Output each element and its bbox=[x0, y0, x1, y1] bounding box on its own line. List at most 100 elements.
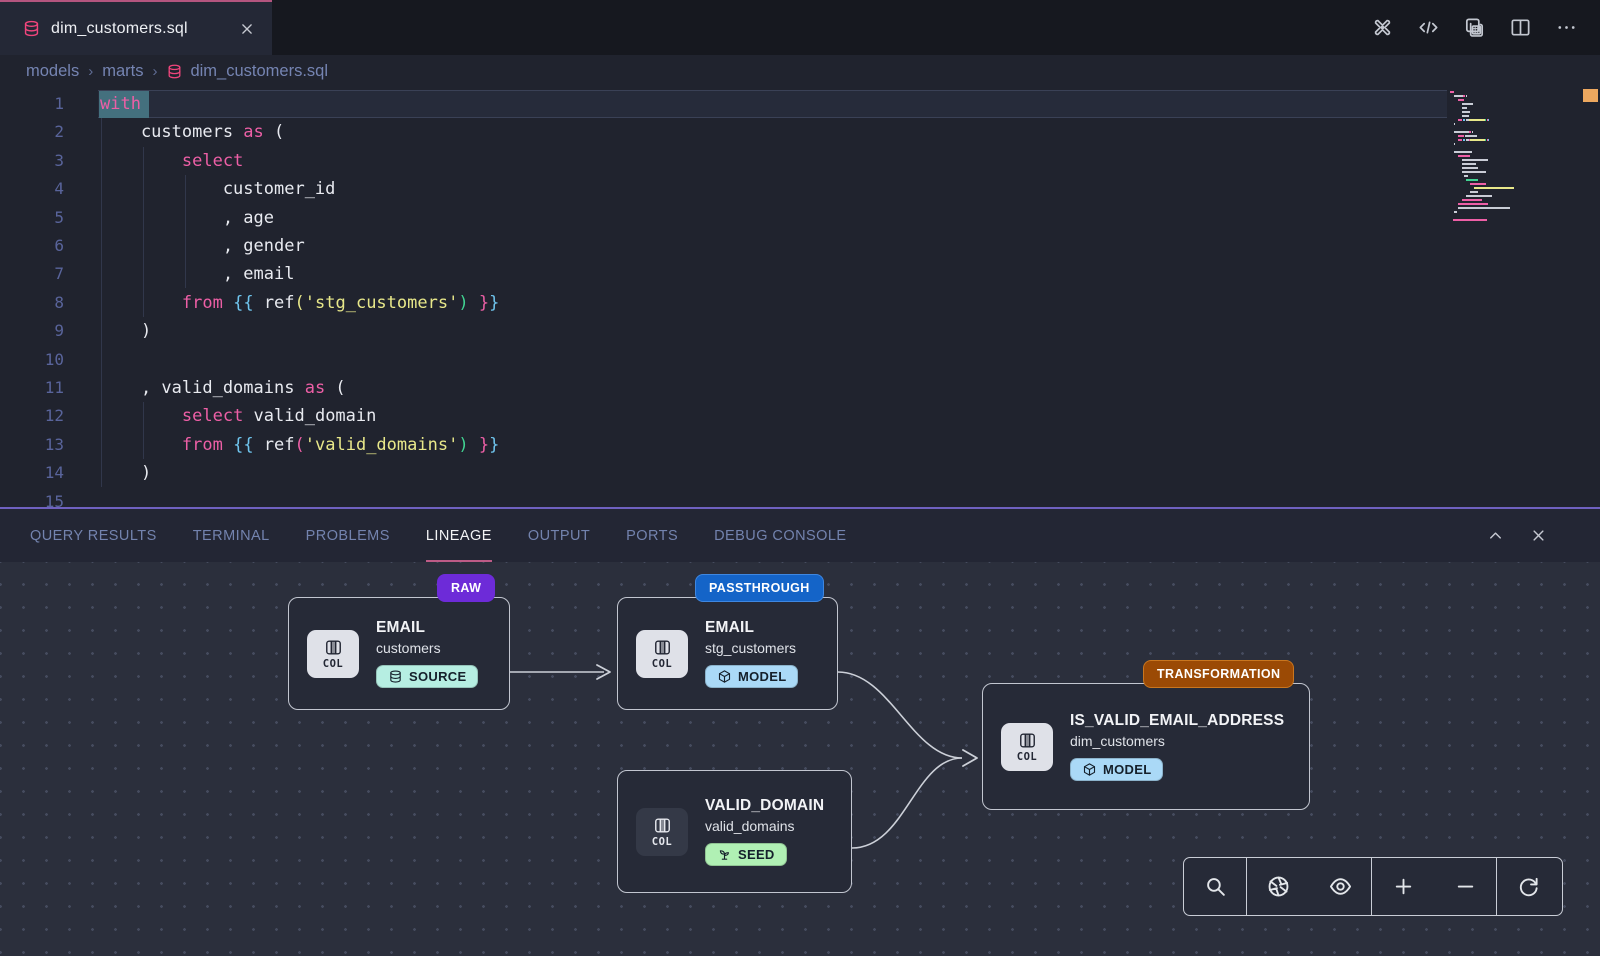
code-token: } bbox=[489, 435, 499, 455]
panel-tab-output[interactable]: OUTPUT bbox=[528, 509, 590, 562]
line-number: 10 bbox=[0, 346, 64, 374]
line-number: 8 bbox=[0, 289, 64, 317]
node-column-name: IS_VALID_EMAIL_ADDRESS bbox=[1070, 712, 1284, 730]
columns-icon bbox=[324, 638, 343, 657]
copy-table-icon[interactable] bbox=[1463, 16, 1486, 39]
line-number: 7 bbox=[0, 260, 64, 288]
panel-tab-query-results[interactable]: QUERY RESULTS bbox=[30, 509, 157, 562]
zoom-in-icon[interactable] bbox=[1372, 859, 1434, 915]
column-chip[interactable]: COL bbox=[307, 630, 359, 678]
breadcrumb-item-file[interactable]: dim_customers.sql bbox=[166, 62, 328, 81]
minimap[interactable] bbox=[1447, 89, 1572, 505]
line-number: 5 bbox=[0, 204, 64, 232]
scrollbar-marker[interactable] bbox=[1583, 89, 1598, 102]
code-line-2: customers as ( bbox=[100, 118, 499, 146]
column-chip[interactable]: COL bbox=[636, 808, 688, 856]
code-token bbox=[100, 406, 182, 426]
node-type-label: SOURCE bbox=[409, 669, 466, 684]
line-number: 6 bbox=[0, 232, 64, 260]
node-type-pill-seed[interactable]: SEED bbox=[705, 843, 787, 866]
close-icon[interactable] bbox=[238, 20, 256, 38]
code-token: } bbox=[479, 293, 489, 313]
panel-tab-problems[interactable]: PROBLEMS bbox=[306, 509, 390, 562]
more-actions-icon[interactable] bbox=[1555, 16, 1578, 39]
code-token: select bbox=[182, 406, 243, 426]
code-line-4: customer_id bbox=[100, 175, 499, 203]
code-token bbox=[469, 293, 479, 313]
code-token: , email bbox=[100, 264, 294, 284]
code-token: ) bbox=[458, 293, 468, 313]
zoom-out-icon bbox=[1453, 874, 1478, 899]
code-line-7: , email bbox=[100, 260, 499, 288]
code-content[interactable]: with customers as ( select customer_id ,… bbox=[100, 90, 499, 507]
code-token: , age bbox=[100, 208, 274, 228]
panel-tab-ports[interactable]: PORTS bbox=[626, 509, 678, 562]
zoom-out-icon[interactable] bbox=[1434, 859, 1496, 915]
lineage-canvas[interactable]: COLEMAILcustomersSOURCERAWCOLEMAILstg_cu… bbox=[0, 562, 1600, 956]
code-line-8: from {{ ref('stg_customers') }} bbox=[100, 289, 499, 317]
refresh-icon bbox=[1516, 874, 1541, 899]
eye-icon[interactable] bbox=[1309, 859, 1371, 915]
aperture-icon[interactable] bbox=[1247, 859, 1309, 915]
code-token bbox=[223, 293, 233, 313]
lineage-node-stg_customers[interactable]: COL EMAIL stg_customers MODEL bbox=[617, 597, 838, 710]
code-editor[interactable]: 123456789101112131415 with customers as … bbox=[0, 87, 1600, 507]
code-token: ) bbox=[100, 321, 151, 341]
column-chip[interactable]: COL bbox=[1001, 723, 1053, 771]
code-token: valid_domain bbox=[243, 406, 376, 426]
breadcrumb-item-marts[interactable]: marts bbox=[102, 62, 143, 81]
line-number: 13 bbox=[0, 431, 64, 459]
aperture-icon bbox=[1266, 874, 1291, 899]
code-token: 'stg_customers' bbox=[305, 293, 459, 313]
breadcrumb-separator: › bbox=[152, 63, 157, 80]
line-number: 12 bbox=[0, 402, 64, 430]
lineage-node-dim_customers[interactable]: COLIS_VALID_EMAIL_ADDRESSdim_customersMO… bbox=[982, 683, 1310, 810]
column-chip-label: COL bbox=[1017, 751, 1037, 763]
toolbar-group bbox=[1371, 858, 1496, 915]
line-number: 3 bbox=[0, 147, 64, 175]
split-editor-icon[interactable] bbox=[1509, 16, 1532, 39]
toolbar-group bbox=[1246, 858, 1371, 915]
column-chip[interactable]: COL bbox=[636, 630, 688, 678]
code-token: {{ bbox=[233, 293, 253, 313]
eye-icon bbox=[1328, 874, 1353, 899]
code-token: ( bbox=[295, 293, 305, 313]
search-icon[interactable] bbox=[1184, 859, 1246, 915]
maximize-panel-chevron-up-icon[interactable] bbox=[1486, 526, 1505, 545]
node-type-pill-model[interactable]: MODEL bbox=[705, 665, 798, 688]
node-type-pill-source[interactable]: SOURCE bbox=[376, 665, 478, 688]
code-token: from bbox=[182, 293, 223, 313]
code-line-5: , age bbox=[100, 204, 499, 232]
panel-tab-lineage[interactable]: LINEAGE bbox=[426, 509, 492, 562]
node-model-name: stg_customers bbox=[705, 640, 796, 656]
panel-tab-terminal[interactable]: TERMINAL bbox=[193, 509, 270, 562]
node-type-pill-model[interactable]: MODEL bbox=[1070, 758, 1163, 781]
zoom-in-icon bbox=[1391, 874, 1416, 899]
node-column-name: EMAIL bbox=[705, 619, 754, 637]
lineage-node-customers[interactable]: COLEMAILcustomersSOURCE bbox=[288, 597, 510, 710]
editor-tab-dim-customers[interactable]: dim_customers.sql bbox=[0, 0, 272, 55]
panel-tab-debug-console[interactable]: DEBUG CONSOLE bbox=[714, 509, 846, 562]
line-number: 9 bbox=[0, 317, 64, 345]
code-icon[interactable] bbox=[1417, 16, 1440, 39]
code-token bbox=[223, 435, 233, 455]
close-panel-icon[interactable] bbox=[1529, 526, 1548, 545]
code-line-15 bbox=[100, 487, 499, 507]
line-number: 11 bbox=[0, 374, 64, 402]
refresh-icon[interactable] bbox=[1497, 859, 1559, 915]
toolbar-group bbox=[1184, 858, 1246, 915]
line-number: 15 bbox=[0, 488, 64, 507]
code-token bbox=[469, 435, 479, 455]
lineage-node-valid_domains[interactable]: COLVALID_DOMAINvalid_domainsSEED bbox=[617, 770, 852, 893]
column-chip-label: COL bbox=[652, 836, 672, 848]
extension-icon[interactable] bbox=[1371, 16, 1394, 39]
search-icon bbox=[1203, 874, 1228, 899]
breadcrumb-item-models[interactable]: models bbox=[26, 62, 79, 81]
database-icon bbox=[22, 19, 41, 38]
code-token: as bbox=[305, 378, 325, 398]
code-token: ref bbox=[254, 293, 295, 313]
tab-title: dim_customers.sql bbox=[51, 20, 228, 38]
panel-actions bbox=[1486, 509, 1548, 562]
code-token: customer_id bbox=[100, 179, 335, 199]
editor-actions bbox=[1371, 0, 1578, 55]
